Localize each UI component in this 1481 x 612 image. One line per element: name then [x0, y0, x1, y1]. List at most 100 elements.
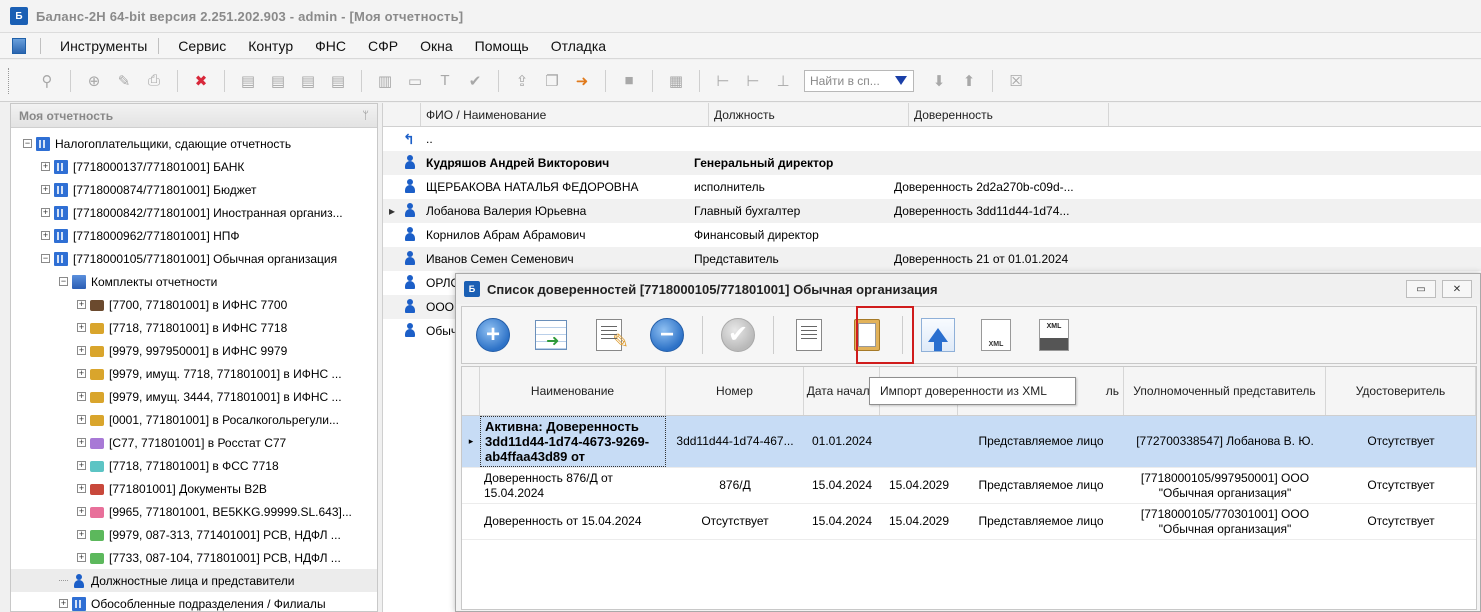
- tree-node[interactable]: + Обособленные подразделения / Филиалы: [11, 592, 377, 612]
- doc-add-icon[interactable]: ▤: [327, 70, 349, 92]
- menu-fns[interactable]: ФНС: [304, 33, 357, 59]
- expand-icon[interactable]: +: [77, 438, 86, 447]
- hierarchy-icon[interactable]: ⊥: [772, 70, 794, 92]
- text-icon[interactable]: T: [434, 70, 456, 92]
- grid-view-icon[interactable]: ▦: [665, 70, 687, 92]
- menu-help[interactable]: Помощь: [464, 33, 540, 59]
- grid-row[interactable]: Кудряшов Андрей Викторович Генеральный ди…: [383, 151, 1481, 175]
- expand-icon[interactable]: +: [59, 599, 68, 608]
- collapse-icon[interactable]: −: [23, 139, 32, 148]
- delete-icon[interactable]: ✖: [190, 70, 212, 92]
- poa-row[interactable]: Доверенность 876/Д от 15.04.2024 876/Д 15.…: [462, 468, 1476, 504]
- menu-tools[interactable]: Инструменты: [49, 33, 158, 59]
- tree-node[interactable]: − [7718000105/771801001] Обычная организа…: [11, 247, 377, 270]
- save-xml-button[interactable]: XML: [1031, 312, 1077, 358]
- card-icon[interactable]: ▭: [404, 70, 426, 92]
- expand-icon[interactable]: +: [41, 231, 50, 240]
- pin-icon[interactable]: ᛘ: [362, 110, 369, 122]
- document-button[interactable]: [786, 312, 832, 358]
- tree-node[interactable]: + [7718000842/771801001] Иностранная орга…: [11, 201, 377, 224]
- tree-node[interactable]: − Комплекты отчетности: [11, 270, 377, 293]
- expand-icon[interactable]: +: [77, 553, 86, 562]
- expand-icon[interactable]: +: [41, 162, 50, 171]
- col-title-header[interactable]: Наименование: [480, 367, 666, 415]
- check-icon[interactable]: ✔: [464, 70, 486, 92]
- tree-view-icon[interactable]: ⊢: [712, 70, 734, 92]
- grid-row[interactable]: ЩЕРБАКОВА НАТАЛЬЯ ФЕДОРОВНА исполнитель До…: [383, 175, 1481, 199]
- expand-icon[interactable]: +: [77, 415, 86, 424]
- import-xml-button[interactable]: [915, 312, 961, 358]
- close-panel-icon[interactable]: ☒: [1005, 70, 1027, 92]
- grid-row[interactable]: ▸ Лобанова Валерия Юрьевна Главный бухгалт…: [383, 199, 1481, 223]
- archive-icon[interactable]: ▥: [374, 70, 396, 92]
- tree-node[interactable]: + [9979, имущ. 3444, 771801001] в ИФНС ..…: [11, 385, 377, 408]
- print-icon[interactable]: ⎙: [143, 70, 165, 92]
- collapse-icon[interactable]: −: [41, 254, 50, 263]
- grid-row[interactable]: Иванов Семен Семенович Представитель Довер…: [383, 247, 1481, 271]
- dropdown-arrow-icon[interactable]: [895, 76, 907, 85]
- export-icon[interactable]: ⇪: [511, 70, 533, 92]
- expand-icon[interactable]: +: [77, 300, 86, 309]
- binoculars-icon[interactable]: ⚲: [36, 70, 58, 92]
- tree-node[interactable]: Должностные лица и представители: [11, 569, 377, 592]
- add-icon[interactable]: ⊕: [83, 70, 105, 92]
- remove-poa-button[interactable]: −: [644, 312, 690, 358]
- tree-node[interactable]: + [7733, 087-104, 771801001] РСВ, НДФЛ ..…: [11, 546, 377, 569]
- tree-node[interactable]: + [7700, 771801001] в ИФНС 7700: [11, 293, 377, 316]
- expand-icon[interactable]: +: [41, 208, 50, 217]
- expand-icon[interactable]: +: [77, 346, 86, 355]
- tree-node[interactable]: + [7718000962/771801001] НПФ: [11, 224, 377, 247]
- tree-node[interactable]: + [C77, 771801001] в Росстат C77: [11, 431, 377, 454]
- tree-node[interactable]: + [9979, имущ. 7718, 771801001] в ИФНС ..…: [11, 362, 377, 385]
- grid-row[interactable]: Корнилов Абрам Абрамович Финансовый дирек…: [383, 223, 1481, 247]
- tree-node[interactable]: + [7718, 771801001] в ИФНС 7718: [11, 316, 377, 339]
- expand-icon[interactable]: +: [77, 507, 86, 516]
- col-number-header[interactable]: Номер: [666, 367, 804, 415]
- toolbar-grip[interactable]: [8, 67, 12, 94]
- tree-node[interactable]: + [9979, 087-313, 771401001] РСВ, НДФЛ ..…: [11, 523, 377, 546]
- tree-node[interactable]: + [0001, 771801001] в Росалкогольрегули..…: [11, 408, 377, 431]
- collapse-icon[interactable]: −: [59, 277, 68, 286]
- doc-next-icon[interactable]: ▤: [267, 70, 289, 92]
- col-representative-header[interactable]: Уполномоченный представитель: [1124, 367, 1326, 415]
- arrow-up-icon[interactable]: ⬆: [958, 70, 980, 92]
- maximize-icon[interactable]: ▭: [1406, 280, 1436, 298]
- send-icon[interactable]: ➜: [571, 70, 593, 92]
- grid-row[interactable]: ↰..: [383, 127, 1481, 151]
- poa-row[interactable]: Доверенность от 15.04.2024 Отсутствует 15.…: [462, 504, 1476, 540]
- window-menu-icon[interactable]: [12, 37, 26, 54]
- menu-windows[interactable]: Окна: [409, 33, 464, 59]
- doc-move-icon[interactable]: ▤: [297, 70, 319, 92]
- expand-icon[interactable]: +: [77, 323, 86, 332]
- tree-view-2-icon[interactable]: ⊢: [742, 70, 764, 92]
- arrow-down-icon[interactable]: ⬇: [928, 70, 950, 92]
- table-import-button[interactable]: ➜: [528, 312, 574, 358]
- edit-icon[interactable]: ✎: [113, 70, 135, 92]
- verify-button[interactable]: ✔: [715, 312, 761, 358]
- expand-icon[interactable]: +: [77, 484, 86, 493]
- expand-icon[interactable]: +: [77, 392, 86, 401]
- doc-prev-icon[interactable]: ▤: [237, 70, 259, 92]
- menu-kontur[interactable]: Контур: [237, 33, 304, 59]
- col-position-header[interactable]: Должность: [709, 103, 909, 126]
- menu-debug[interactable]: Отладка: [540, 33, 617, 59]
- box-icon[interactable]: ■: [618, 70, 640, 92]
- expand-icon[interactable]: +: [77, 530, 86, 539]
- tree-node[interactable]: − Налогоплательщики, сдающие отчетность: [11, 132, 377, 155]
- copy-icon[interactable]: ❐: [541, 70, 563, 92]
- menu-sfr[interactable]: СФР: [357, 33, 409, 59]
- tree-node[interactable]: + [7718, 771801001] в ФСС 7718: [11, 454, 377, 477]
- col-poa-header[interactable]: Доверенность: [909, 103, 1109, 126]
- expand-icon[interactable]: +: [77, 369, 86, 378]
- edit-poa-button[interactable]: ✎: [586, 312, 632, 358]
- tree-node[interactable]: + [9965, 771801001, BE5KKG.99999.SL.643].…: [11, 500, 377, 523]
- menu-service[interactable]: Сервис: [167, 33, 237, 59]
- add-poa-button[interactable]: +: [470, 312, 516, 358]
- search-dropdown[interactable]: Найти в сп...: [804, 69, 914, 92]
- expand-icon[interactable]: +: [41, 185, 50, 194]
- close-icon[interactable]: ✕: [1442, 280, 1472, 298]
- tree-node[interactable]: + [7718000137/771801001] БАНК: [11, 155, 377, 178]
- tree-node[interactable]: + [7718000874/771801001] Бюджет: [11, 178, 377, 201]
- expand-icon[interactable]: +: [77, 461, 86, 470]
- col-certifier-header[interactable]: Удостоверитель: [1326, 367, 1476, 415]
